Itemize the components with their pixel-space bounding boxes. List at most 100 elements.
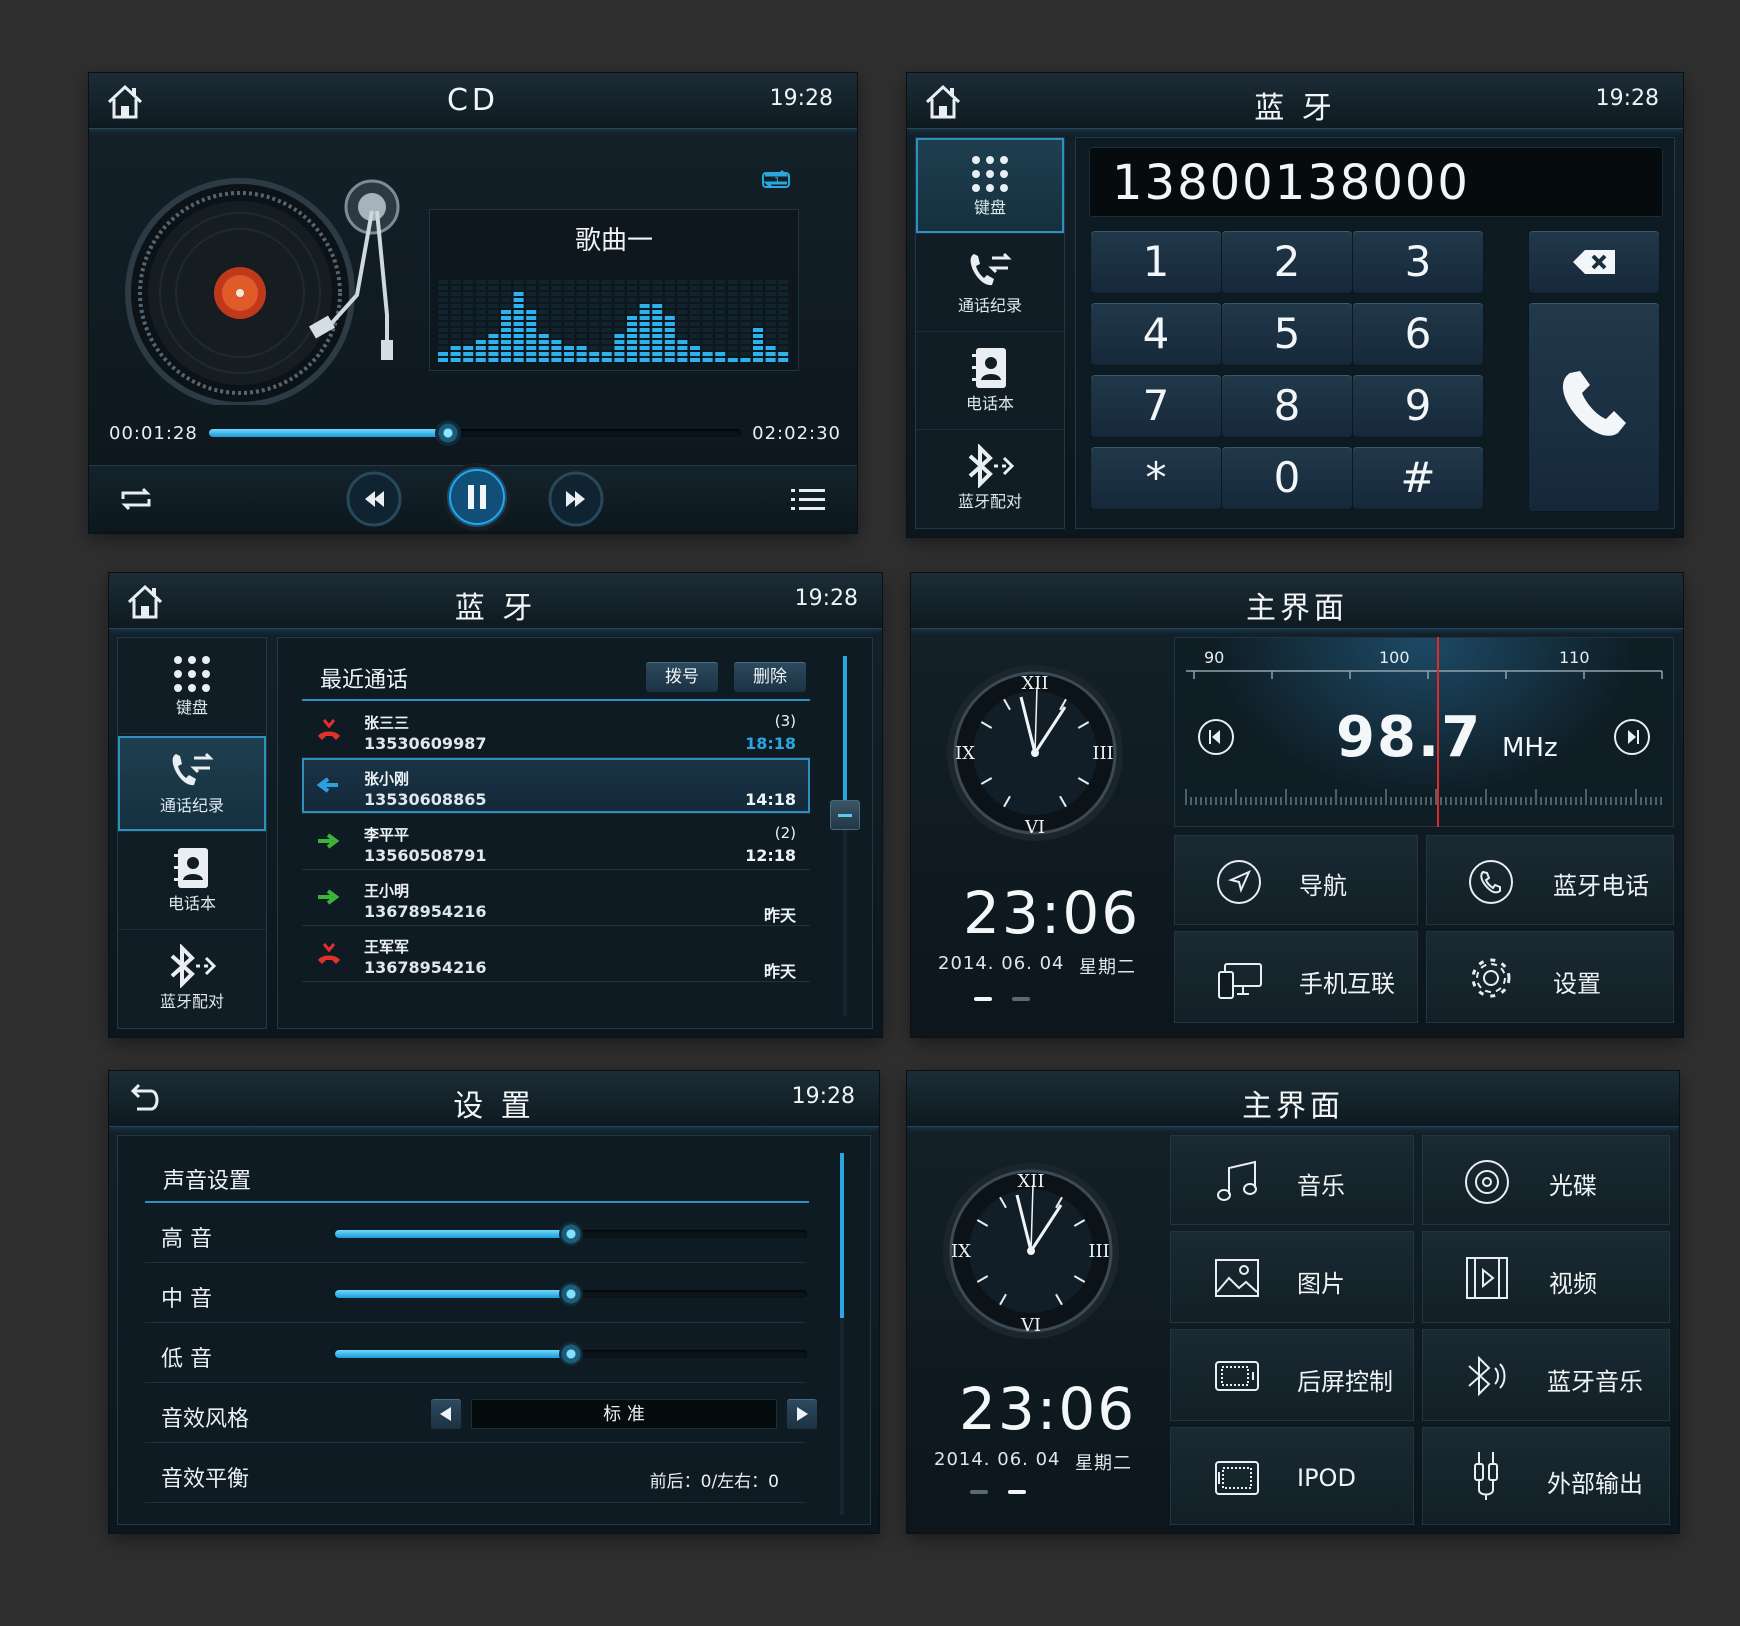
tile-settings[interactable]: 设置 — [1426, 931, 1674, 1023]
scroll-handle[interactable] — [830, 800, 860, 830]
sidebar-item-label: 键盘 — [175, 698, 208, 717]
contact-number: 13530609987 — [364, 734, 487, 753]
tile-ipod[interactable]: IPOD — [1170, 1427, 1414, 1525]
scrollbar-track[interactable] — [843, 656, 847, 1016]
playlist-icon[interactable] — [791, 487, 825, 511]
forward-button[interactable] — [547, 470, 605, 528]
keypad-icon — [174, 656, 210, 692]
key-button[interactable]: 3 — [1353, 231, 1483, 293]
tile-navigation[interactable]: 导航 — [1174, 835, 1418, 925]
scrollbar-track[interactable] — [840, 1153, 844, 1515]
key-button[interactable]: 2 — [1222, 231, 1352, 293]
eq-bar-segment — [627, 352, 637, 356]
next-station-button[interactable] — [1612, 717, 1652, 757]
eq-bar-segment — [551, 340, 562, 344]
eq-bar-segment — [513, 358, 524, 362]
sidebar-item-contacts[interactable]: 电话本 — [118, 834, 266, 930]
tile-bt-music[interactable]: 蓝牙音乐 — [1422, 1329, 1670, 1421]
sidebar-item-label: 蓝牙配对 — [957, 492, 1022, 511]
call-row[interactable]: 王小明 13678954216 昨天 — [302, 870, 810, 926]
dial-button[interactable]: 拨号 — [646, 662, 718, 692]
tile-label: 视频 — [1549, 1270, 1597, 1298]
sidebar-item-keypad[interactable]: 键盘 — [916, 138, 1064, 234]
tile-pictures[interactable]: 图片 — [1170, 1231, 1414, 1323]
eq-bar-segment — [488, 334, 499, 338]
tile-aux-out[interactable]: 外部输出 — [1422, 1427, 1670, 1525]
page-indicator[interactable] — [974, 997, 1034, 1003]
progress-knob[interactable] — [435, 420, 462, 446]
eq-bar-segment — [753, 358, 763, 362]
bass-slider[interactable] — [335, 1342, 807, 1366]
backspace-button[interactable] — [1529, 231, 1659, 293]
repeat-icon[interactable] — [119, 485, 153, 513]
sidebar-item-contacts[interactable]: 电话本 — [916, 334, 1064, 430]
eq-bar-segment — [639, 322, 650, 326]
page-title: 蓝 牙 — [454, 591, 537, 626]
slider-knob[interactable] — [559, 1222, 583, 1246]
eq-bar-segment — [664, 322, 675, 326]
call-row[interactable]: 王军军 13678954216 昨天 — [302, 926, 810, 982]
tile-rear-screen[interactable]: 后屏控制 — [1170, 1329, 1414, 1421]
sidebar-item-keypad[interactable]: 键盘 — [118, 638, 266, 734]
key-button[interactable]: 1 — [1091, 231, 1221, 293]
key-button[interactable]: 9 — [1353, 375, 1483, 437]
key-button[interactable]: # — [1353, 447, 1483, 509]
contact-name: 张三三 — [364, 714, 410, 732]
page-indicator[interactable] — [970, 1490, 1030, 1496]
balance-row[interactable]: 音效平衡 前后：0/左右：0 — [145, 1443, 805, 1503]
call-button[interactable] — [1529, 303, 1659, 511]
bt-dial-panel: 蓝 牙 19:28 键盘 通话纪录 电话本 蓝牙配对 13800138000 1… — [907, 73, 1683, 537]
key-button[interactable]: 0 — [1222, 447, 1352, 509]
bass-label: 低 音 — [161, 1347, 212, 1372]
tile-bt-phone[interactable]: 蓝牙电话 — [1426, 835, 1674, 925]
style-prev-button[interactable] — [431, 1399, 461, 1429]
mid-slider[interactable] — [335, 1282, 807, 1306]
tile-phone-link[interactable]: 手机互联 — [1174, 931, 1418, 1023]
right-arrow-icon — [797, 1407, 808, 1421]
sidebar-item-pairing[interactable]: 蓝牙配对 — [118, 932, 266, 1028]
eq-bar-segment — [664, 346, 675, 350]
slider-knob[interactable] — [559, 1282, 583, 1306]
eq-bar-segment — [488, 340, 499, 344]
tile-disc[interactable]: 光碟 — [1422, 1135, 1670, 1225]
eq-bar-segment — [664, 316, 675, 320]
elapsed-time: 00:01:28 — [109, 423, 198, 444]
sidebar-item-call-log[interactable]: 通话纪录 — [118, 736, 266, 832]
key-button[interactable]: 4 — [1091, 303, 1221, 365]
progress-bar[interactable] — [209, 420, 741, 446]
call-row[interactable]: 张三三 13530609987 (3) 18:18 — [302, 702, 810, 758]
tile-label: 外部输出 — [1547, 1470, 1643, 1498]
key-button[interactable]: 8 — [1222, 375, 1352, 437]
eq-bar-segment — [576, 352, 587, 356]
eq-bar-segment — [639, 352, 650, 356]
treble-slider[interactable] — [335, 1222, 807, 1246]
bt-log-panel: 蓝 牙 19:28 键盘 通话纪录 电话本 蓝牙配对 最近通话 拨号 删除 张三… — [109, 573, 882, 1037]
treble-row: 高 音 — [145, 1203, 807, 1263]
prev-station-button[interactable] — [1196, 717, 1236, 757]
repeat-one-icon[interactable]: 1 — [759, 165, 793, 193]
call-row[interactable]: 李平平 13560508791 (2) 12:18 — [302, 814, 810, 870]
cd-header: CD 19:28 — [89, 73, 857, 129]
delete-button[interactable]: 删除 — [734, 662, 806, 692]
key-button[interactable]: 6 — [1353, 303, 1483, 365]
sidebar-item-call-log[interactable]: 通话纪录 — [916, 236, 1064, 332]
style-next-button[interactable] — [787, 1399, 817, 1429]
key-button[interactable]: 7 — [1091, 375, 1221, 437]
tile-video[interactable]: 视频 — [1422, 1231, 1670, 1323]
slider-knob[interactable] — [559, 1342, 583, 1366]
key-button[interactable]: 5 — [1222, 303, 1352, 365]
tile-music[interactable]: 音乐 — [1170, 1135, 1414, 1225]
sidebar-item-pairing[interactable]: 蓝牙配对 — [916, 432, 1064, 528]
pause-button[interactable] — [441, 461, 513, 533]
contact-name: 李平平 — [364, 826, 410, 844]
key-button[interactable]: * — [1091, 447, 1221, 509]
eq-bar-segment — [690, 358, 700, 362]
rewind-button[interactable] — [345, 470, 403, 528]
eq-bar-segment — [765, 358, 776, 362]
eq-bar-segment — [513, 298, 524, 302]
style-label: 音效风格 — [161, 1407, 250, 1432]
disc-icon — [1465, 1160, 1509, 1204]
tile-label: 蓝牙电话 — [1553, 872, 1649, 900]
cd-panel: CD 19:28 1 歌曲一 00:01:28 02:02:30 — [89, 73, 857, 533]
call-row[interactable]: 张小刚 13530608865 14:18 — [302, 758, 810, 814]
